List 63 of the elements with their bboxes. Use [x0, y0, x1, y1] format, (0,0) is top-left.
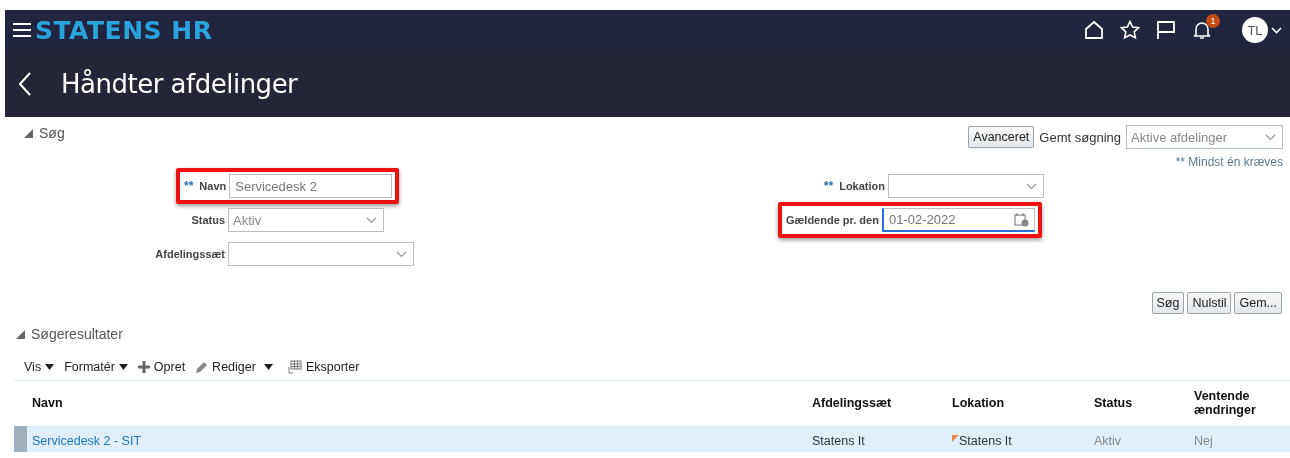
table-cell: Aktiv — [1089, 426, 1189, 452]
advanced-button[interactable]: Avanceret — [968, 126, 1035, 148]
collapse-triangle-icon[interactable] — [16, 329, 25, 339]
required-mark: ** — [823, 179, 834, 193]
column-header[interactable]: Ventende ændringer — [1189, 381, 1290, 426]
field-label: Navn — [199, 180, 227, 192]
name-input-field[interactable]: Servicedesk 2 — [229, 174, 393, 198]
saved-search-select[interactable]: Aktive afdelinger — [1126, 125, 1283, 149]
edit-menu-button[interactable] — [263, 364, 273, 370]
search-action-button[interactable]: Nulstil — [1187, 292, 1232, 314]
column-header[interactable]: Afdelingssæt — [807, 381, 947, 426]
star-icon[interactable] — [1120, 20, 1140, 40]
field-label: Status — [191, 214, 225, 226]
table-cell: Statens It — [959, 434, 1012, 449]
edit-button[interactable]: Rediger — [195, 360, 256, 374]
saved-search-label: Gemt søgning — [1039, 129, 1121, 145]
notifications-button[interactable]: 1 — [1192, 14, 1220, 40]
required-mark: ** — [184, 179, 194, 193]
dropdown-arrow-icon — [118, 364, 128, 370]
column-header[interactable]: Lokation — [947, 381, 1089, 426]
user-avatar[interactable]: TL — [1242, 17, 1268, 43]
create-button[interactable]: Opret — [137, 360, 186, 374]
notification-badge: 1 — [1206, 14, 1220, 28]
page-title: Håndter afdelinger — [61, 68, 298, 99]
dropdown-arrow-icon — [45, 364, 55, 370]
search-action-button[interactable]: Gem... — [1234, 292, 1282, 314]
search-action-button[interactable]: Søg — [1151, 292, 1185, 314]
required-note: ** Mindst én kræves — [1174, 155, 1284, 169]
bell-icon — [1192, 20, 1212, 40]
dropdown-arrow-icon — [263, 364, 273, 370]
table-row[interactable]: Servicedesk 2 - SIT Statens It Statens It Aktiv Nej — [14, 426, 1290, 452]
date-input-field[interactable]: 01-02-2022 — [881, 208, 1035, 232]
chevron-down-icon — [396, 250, 407, 258]
plus-icon — [137, 361, 150, 373]
field-label: Lokation — [839, 180, 885, 192]
flag-icon[interactable] — [1156, 20, 1176, 40]
field-label: Gældende pr. den — [786, 214, 879, 226]
export-button[interactable]: Eksporter — [286, 360, 360, 374]
chevron-down-icon — [1265, 133, 1276, 141]
table-export-icon — [286, 360, 302, 374]
table-cell: Nej — [1189, 426, 1290, 452]
select-field[interactable] — [228, 242, 414, 266]
home-icon[interactable] — [1084, 20, 1104, 40]
collapse-triangle-icon[interactable] — [24, 128, 33, 138]
menu-icon[interactable] — [13, 22, 31, 38]
column-header[interactable]: Navn — [27, 381, 807, 426]
chevron-down-icon — [1026, 182, 1037, 190]
back-icon[interactable] — [19, 71, 31, 96]
table-cell: Statens It — [807, 426, 947, 452]
column-header[interactable]: Status — [1089, 381, 1189, 426]
menu-button[interactable]: Formatér — [64, 360, 128, 374]
menu-button[interactable]: Vis — [24, 360, 55, 374]
section-title: Søg — [39, 125, 65, 141]
chevron-down-icon — [366, 216, 377, 224]
select-field[interactable] — [888, 174, 1044, 198]
chevron-down-icon[interactable] — [1271, 26, 1282, 34]
field-label: Afdelingssæt — [155, 248, 225, 260]
department-link[interactable]: Servicedesk 2 - SIT — [32, 434, 142, 449]
section-title: Søgeresultater — [31, 326, 123, 342]
select-field[interactable]: Aktiv — [228, 208, 384, 232]
calendar-icon[interactable] — [1013, 212, 1029, 227]
pencil-icon — [195, 360, 209, 374]
brand-logo[interactable]: STATENS HR — [35, 15, 213, 45]
